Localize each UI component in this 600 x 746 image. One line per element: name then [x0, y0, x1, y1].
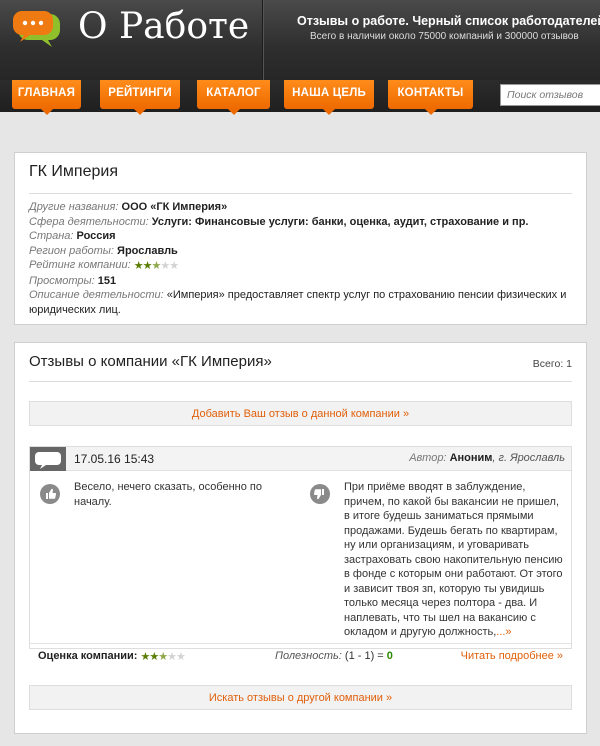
- read-more-link[interactable]: Читать подробнее »: [461, 650, 563, 662]
- company-details: Другие названия: ООО «ГК Империя» Сфера …: [29, 200, 577, 317]
- nav-item-contacts[interactable]: КОНТАКТЫ: [388, 80, 473, 115]
- review-pros: Весело, нечего сказать, особенно по нача…: [74, 481, 262, 508]
- row-label: Сфера деятельности:: [29, 215, 149, 228]
- thumbs-up-icon: [40, 484, 60, 504]
- usefulness-value: (1 - 1) =: [344, 650, 384, 662]
- review-author: Автор: Аноним, г. Ярославль: [409, 452, 565, 464]
- other-names-row: Другие названия: ООО «ГК Империя»: [29, 200, 577, 215]
- review-rating-stars: ★★★★★: [141, 650, 186, 663]
- author-name: Аноним: [449, 452, 493, 464]
- star-empty-icon: ★: [169, 260, 179, 272]
- nav-item-ratings[interactable]: РЕЙТИНГИ: [100, 80, 180, 115]
- usefulness-label: Полезность:: [275, 650, 342, 662]
- star-empty-icon: ★: [167, 651, 177, 663]
- search-other-company-link[interactable]: Искать отзывы о другой компании »: [29, 685, 572, 710]
- site-stats: Всего в наличии около 75000 компаний и 3…: [310, 31, 579, 42]
- site-header: О Работе Отзывы о работе. Черный список …: [0, 0, 600, 80]
- industry-row: Сфера деятельности: Услуги: Финансовые у…: [29, 215, 577, 230]
- review-footer: Оценка компании: ★★★★★ Полезность: (1 - …: [30, 643, 571, 667]
- reviews-total: Всего: 1: [532, 358, 572, 370]
- review-more-link[interactable]: ...»: [496, 626, 511, 638]
- review-cons-text: При приёме вводят в заблуждение, причем,…: [344, 481, 563, 638]
- views-row: Просмотры: 151: [29, 274, 577, 289]
- region-row: Регион работы: Ярославль: [29, 244, 577, 259]
- review-rating: Оценка компании: ★★★★★: [38, 650, 186, 663]
- company-title: ГК Империя: [29, 163, 118, 180]
- country-row: Страна: Россия: [29, 229, 577, 244]
- review-card: 17.05.16 15:43 Автор: Аноним, г. Ярослав…: [29, 446, 572, 663]
- other-names-value: ООО «ГК Империя»: [121, 201, 228, 213]
- industry-value: Услуги: Финансовые услуги: банки, оценка…: [151, 215, 529, 228]
- description-row: Описание деятельности: «Империя» предост…: [29, 288, 577, 317]
- reviews-title: Отзывы о компании «ГК Империя»: [29, 353, 272, 370]
- search-input[interactable]: [500, 84, 600, 106]
- reviews-panel: Отзывы о компании «ГК Империя» Всего: 1 …: [14, 342, 587, 734]
- company-info-panel: ГК Империя Другие названия: ООО «ГК Импе…: [14, 152, 587, 325]
- header-divider: [262, 0, 263, 80]
- views-value: 151: [97, 274, 117, 287]
- rating-label: Оценка компании:: [38, 650, 138, 662]
- region-value: Ярославль: [117, 244, 178, 257]
- company-rating-stars: ★★★★★: [133, 259, 179, 274]
- site-tagline: Отзывы о работе. Черный список работодат…: [297, 14, 600, 28]
- star-half-icon: ★: [151, 260, 161, 272]
- usefulness-result: 0: [386, 650, 393, 662]
- country-value: Россия: [76, 230, 116, 242]
- review-date: 17.05.16 15:43: [74, 452, 155, 466]
- row-label: Описание деятельности:: [29, 289, 164, 301]
- author-label: Автор:: [409, 452, 447, 464]
- row-label: Регион работы:: [29, 244, 114, 257]
- star-empty-icon: ★: [176, 651, 186, 663]
- row-label: Просмотры:: [29, 274, 95, 287]
- row-label: Рейтинг компании:: [29, 259, 131, 271]
- comment-icon: [30, 447, 66, 471]
- nav-item-our-goal[interactable]: НАША ЦЕЛЬ: [284, 80, 374, 115]
- review-header: 17.05.16 15:43 Автор: Аноним, г. Ярослав…: [30, 447, 571, 471]
- add-review-link[interactable]: Добавить Ваш отзыв о данной компании »: [29, 401, 572, 426]
- star-half-icon: ★: [158, 651, 168, 663]
- star-full-icon: ★: [149, 651, 159, 663]
- rating-row: Рейтинг компании: ★★★★★: [29, 258, 577, 274]
- site-logo-text[interactable]: О Работе: [78, 6, 249, 47]
- usefulness: Полезность: (1 - 1) = 0: [275, 650, 393, 662]
- divider: [29, 381, 572, 382]
- author-city: , г. Ярославль: [492, 452, 565, 464]
- star-full-icon: ★: [133, 260, 144, 272]
- row-label: Страна:: [29, 230, 74, 242]
- chat-bubbles-logo-icon[interactable]: [12, 10, 62, 50]
- star-empty-icon: ★: [160, 260, 170, 272]
- thumbs-down-icon: [310, 484, 330, 504]
- review-cons: При приёме вводят в заблуждение, причем,…: [344, 480, 566, 640]
- row-label: Другие названия:: [29, 201, 119, 213]
- nav-item-home[interactable]: ГЛАВНАЯ: [12, 80, 81, 115]
- divider: [29, 193, 572, 194]
- nav-item-catalog[interactable]: КАТАЛОГ: [197, 80, 270, 115]
